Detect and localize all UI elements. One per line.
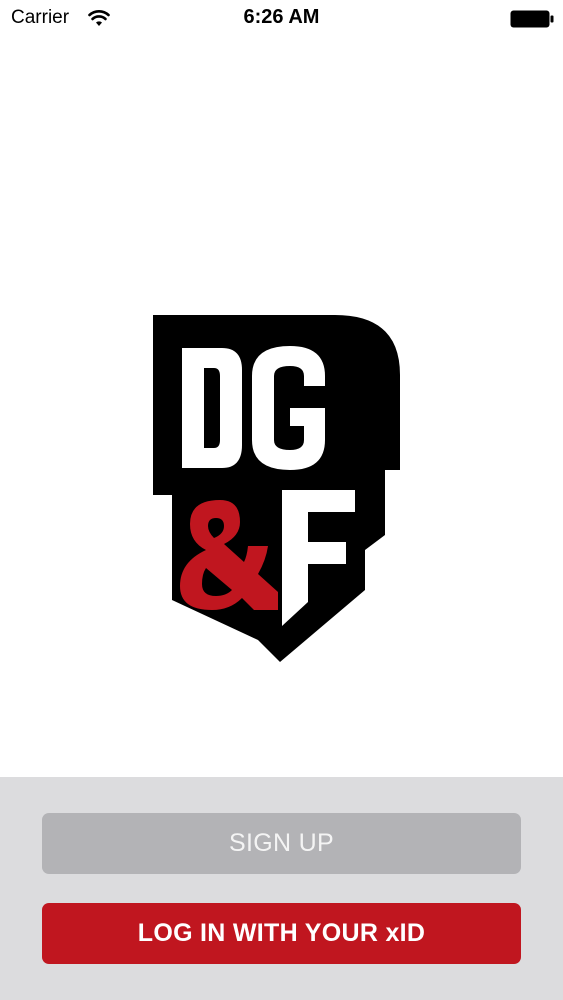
sign-up-button[interactable]: SIGN UP [42,813,521,874]
status-bar: Carrier 6:26 AM [0,0,563,40]
battery-full-icon [510,10,554,28]
login-label: LOG IN WITH YOUR xID [137,919,426,947]
login-button[interactable]: LOG IN WITH YOUR xID [42,903,521,964]
auth-panel: SIGN UP LOG IN WITH YOUR xID [0,777,563,1000]
dgf-logo [153,315,400,662]
clock: 6:26 AM [243,6,320,28]
sign-up-label: SIGN UP [229,829,334,857]
